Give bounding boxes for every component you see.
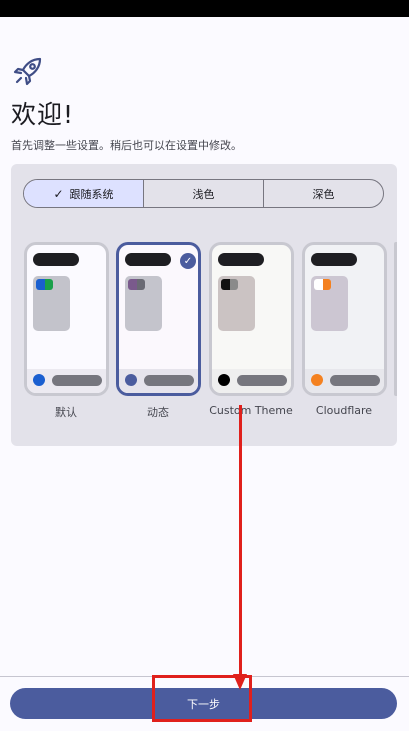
page-subtitle: 首先调整一些设置。稍后也可以在设置中修改。 [11, 139, 242, 152]
theme-option-default[interactable] [24, 242, 109, 396]
preview-bar [330, 375, 380, 386]
mode-option-dark[interactable]: 深色 [263, 180, 383, 207]
mode-option-follow-system[interactable]: ✓ 跟随系统 [24, 180, 143, 207]
preview-bar [144, 375, 194, 386]
preview-card [33, 276, 70, 331]
theme-settings-card: ✓ 跟随系统 浅色 深色 默认 ✓ 动态 Custom Theme Cloudf… [11, 164, 397, 446]
status-bar [0, 0, 409, 17]
theme-preview: ✓ [119, 245, 198, 393]
preview-card [311, 276, 348, 331]
preview-bottom-bar [27, 369, 106, 393]
preview-swatch [128, 279, 145, 290]
preview-bottom-bar [212, 369, 291, 393]
annotation-highlight-box [152, 675, 252, 722]
theme-label: 动态 [147, 406, 169, 419]
theme-preview [305, 245, 384, 393]
selected-check-icon: ✓ [180, 253, 196, 269]
preview-title-bar [218, 253, 264, 266]
theme-label: Cloudflare [315, 404, 373, 417]
annotation-arrow-line [239, 405, 242, 680]
page-title: 欢迎! [11, 100, 75, 129]
mode-option-label: 深色 [312, 187, 335, 201]
preview-dot [33, 374, 45, 386]
theme-label: 默认 [55, 406, 77, 419]
theme-option-cloudflare[interactable] [302, 242, 387, 396]
theme-label: Custom Theme [209, 404, 293, 417]
preview-swatch [221, 279, 238, 290]
preview-swatch [36, 279, 53, 290]
preview-title-bar [125, 253, 171, 266]
mode-option-light[interactable]: 浅色 [143, 180, 263, 207]
preview-title-bar [311, 253, 357, 266]
theme-preview [212, 245, 291, 393]
preview-card [218, 276, 255, 331]
preview-dot [218, 374, 230, 386]
preview-bottom-bar [305, 369, 384, 393]
rocket-icon [13, 57, 42, 86]
theme-option-dynamic[interactable]: ✓ [116, 242, 201, 396]
preview-title-bar [33, 253, 79, 266]
preview-bar [52, 375, 102, 386]
theme-preview [27, 245, 106, 393]
preview-bottom-bar [119, 369, 198, 393]
mode-option-label: 跟随系统 [69, 187, 114, 201]
theme-option-partial[interactable] [394, 242, 397, 396]
preview-dot [311, 374, 323, 386]
preview-dot [125, 374, 137, 386]
theme-mode-selector: ✓ 跟随系统 浅色 深色 [23, 179, 384, 208]
preview-card [125, 276, 162, 331]
theme-option-custom[interactable] [209, 242, 294, 396]
check-icon: ✓ [53, 186, 64, 201]
preview-swatch [314, 279, 331, 290]
preview-bar [237, 375, 287, 386]
mode-option-label: 浅色 [192, 187, 215, 201]
